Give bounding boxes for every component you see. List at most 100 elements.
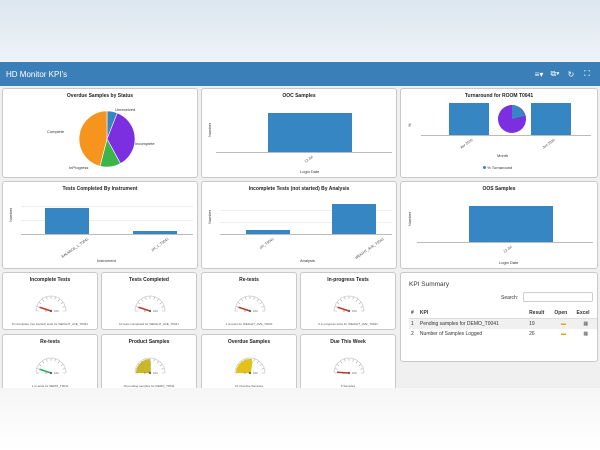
gauge-tick <box>60 363 64 367</box>
gauge-hub <box>347 309 351 313</box>
folder-icon[interactable]: ▬ <box>561 321 566 327</box>
bar-instrument-1 <box>133 231 177 234</box>
y-axis-label: Number <box>207 122 212 137</box>
col-num[interactable]: # <box>409 308 418 319</box>
gauge-tick <box>60 301 64 305</box>
gauge-tick <box>352 358 354 362</box>
tick-label: 12 Jul <box>502 245 513 254</box>
y-axis-label: % <box>407 123 412 127</box>
col-open[interactable]: Open <box>552 308 575 319</box>
gauge-max: 100 <box>352 371 357 375</box>
kpi-table: # KPI Result Open Excel 1 Pending sample… <box>409 308 597 339</box>
card-title: OOC Samples <box>282 93 316 99</box>
tick-label: pH_T0041 <box>258 237 275 250</box>
gauge-card: In-progress Tests 0 100 0 in-progress tests… <box>300 272 396 330</box>
gauge-hub <box>148 309 152 313</box>
kpi-summary-card: KPI Summary Search: # KPI Result Open Ex… <box>400 272 598 362</box>
bar-analysis-0 <box>246 230 290 234</box>
gauge-dial: 0 100 <box>35 295 67 313</box>
tick-label: pH_1_T0041 <box>150 237 170 252</box>
gauge-title: Tests Completed <box>129 277 169 283</box>
legend: % Turnaround <box>483 165 512 170</box>
gauge-title: Incomplete Tests <box>29 277 71 283</box>
legend-label: % Turnaround <box>487 165 513 170</box>
gauge-dial: 0 100 <box>134 295 166 313</box>
tick-label: Apr 2020 <box>459 138 474 150</box>
row-kpi: Number of Samples Logged <box>419 331 483 337</box>
gauge-hub <box>248 309 252 313</box>
gauge-tick <box>57 298 61 302</box>
col-kpi[interactable]: KPI <box>417 308 528 319</box>
bar-oos-0 <box>469 206 553 242</box>
gauge-title: Overdue Samples <box>227 339 271 345</box>
gauge-dial: 0 100 <box>333 295 365 313</box>
expand-icon[interactable]: ⛶ <box>580 69 594 79</box>
gauge-dial: 0 100 <box>234 357 266 375</box>
gauge-card: Re-tests 0 100 1 re-tests for DEMO_T0041 <box>2 334 98 392</box>
col-excel[interactable]: Excel <box>574 308 597 319</box>
gauge-tick <box>237 301 241 305</box>
gauge-tick <box>355 298 359 302</box>
gauge-hub <box>148 371 152 375</box>
gauge-card: Incomplete Tests 0 100 8 incomplete (not st… <box>2 272 98 330</box>
gauge-hub <box>49 371 53 375</box>
excel-icon[interactable]: ▦ <box>583 331 588 337</box>
gauge-card: Re-tests 0 100 1 re-tests for WEIGHT_AVE_T0… <box>201 272 297 330</box>
search-input[interactable] <box>523 292 593 302</box>
gauge-tick <box>38 301 42 305</box>
gauge-tick <box>153 296 155 300</box>
gauge-tick <box>261 306 265 308</box>
folder-icon[interactable]: ▬ <box>561 331 566 337</box>
overdue-pie-chart: Unreceived Complete Incomplete InProgres… <box>47 107 155 170</box>
gauge-tick <box>145 296 147 300</box>
gauge-tick <box>334 368 338 370</box>
gauge-tick <box>235 306 239 308</box>
row-num: 2 <box>411 331 414 337</box>
bar-turnaround-0 <box>449 103 489 135</box>
col-result[interactable]: Result <box>527 308 553 319</box>
tests-by-instrument-card: Tests Completed By Instrument Number BAL… <box>2 181 198 269</box>
gauge-fill <box>136 359 150 373</box>
gauge-tick <box>334 306 338 308</box>
turnaround-card: Turnaround for ROOM T0041 % Apr 2020 Jun… <box>400 88 598 178</box>
gauge-title: Product Samples <box>128 339 170 345</box>
row-result: 26 <box>529 331 535 337</box>
x-axis-label: Login Date <box>300 169 320 174</box>
gauge-tick <box>344 358 346 362</box>
gauge-tick <box>336 301 340 305</box>
gauge-caption: 1 re-tests for WEIGHT_AVE_T0041 <box>225 322 273 326</box>
gauge-tick <box>54 296 56 300</box>
gauge-tick <box>240 298 244 302</box>
gauge-tick <box>161 306 165 308</box>
y-axis-label: Number <box>207 209 212 224</box>
overdue-status-card: Overdue Samples by Status Unreceived Com… <box>2 88 198 178</box>
gauge-max: 100 <box>54 309 59 313</box>
gauge-tick <box>135 306 139 308</box>
gauge-dial: 0 100 <box>35 357 67 375</box>
gauge-tick <box>46 296 48 300</box>
x-axis-label: Month <box>497 153 509 158</box>
gauge-title: Re-tests <box>40 339 60 345</box>
bar-instrument-0 <box>45 208 89 234</box>
page-footer-space <box>0 388 600 450</box>
gauge-tick <box>156 298 160 302</box>
ooc-samples-card: OOC Samples Number 12 Jul Login Date <box>201 88 397 178</box>
legend-dot-icon <box>483 166 486 169</box>
gauge-tick <box>339 298 343 302</box>
gauge-tick <box>336 363 340 367</box>
gauge-dial: 0 100 <box>134 357 166 375</box>
gauge-hub <box>49 309 53 313</box>
refresh-icon[interactable]: ↻ <box>564 70 578 79</box>
menu-icon[interactable]: ≡▾ <box>532 70 546 79</box>
gauge-tick <box>360 306 364 308</box>
gauge-tick <box>245 296 247 300</box>
pie-label-inprogress: InProgress <box>69 165 88 170</box>
gauge-caption: 10 tests completed for WEIGHT_AVE_T0041 <box>119 322 179 326</box>
gauge-tick <box>46 358 48 362</box>
gauge-tick <box>352 296 354 300</box>
card-title: Tests Completed By Instrument <box>62 186 138 192</box>
gauge-tick <box>253 358 255 362</box>
excel-icon[interactable]: ▦ <box>583 321 588 327</box>
gauge-max: 100 <box>153 309 158 313</box>
copy-icon[interactable]: ⧉▾ <box>548 69 562 79</box>
